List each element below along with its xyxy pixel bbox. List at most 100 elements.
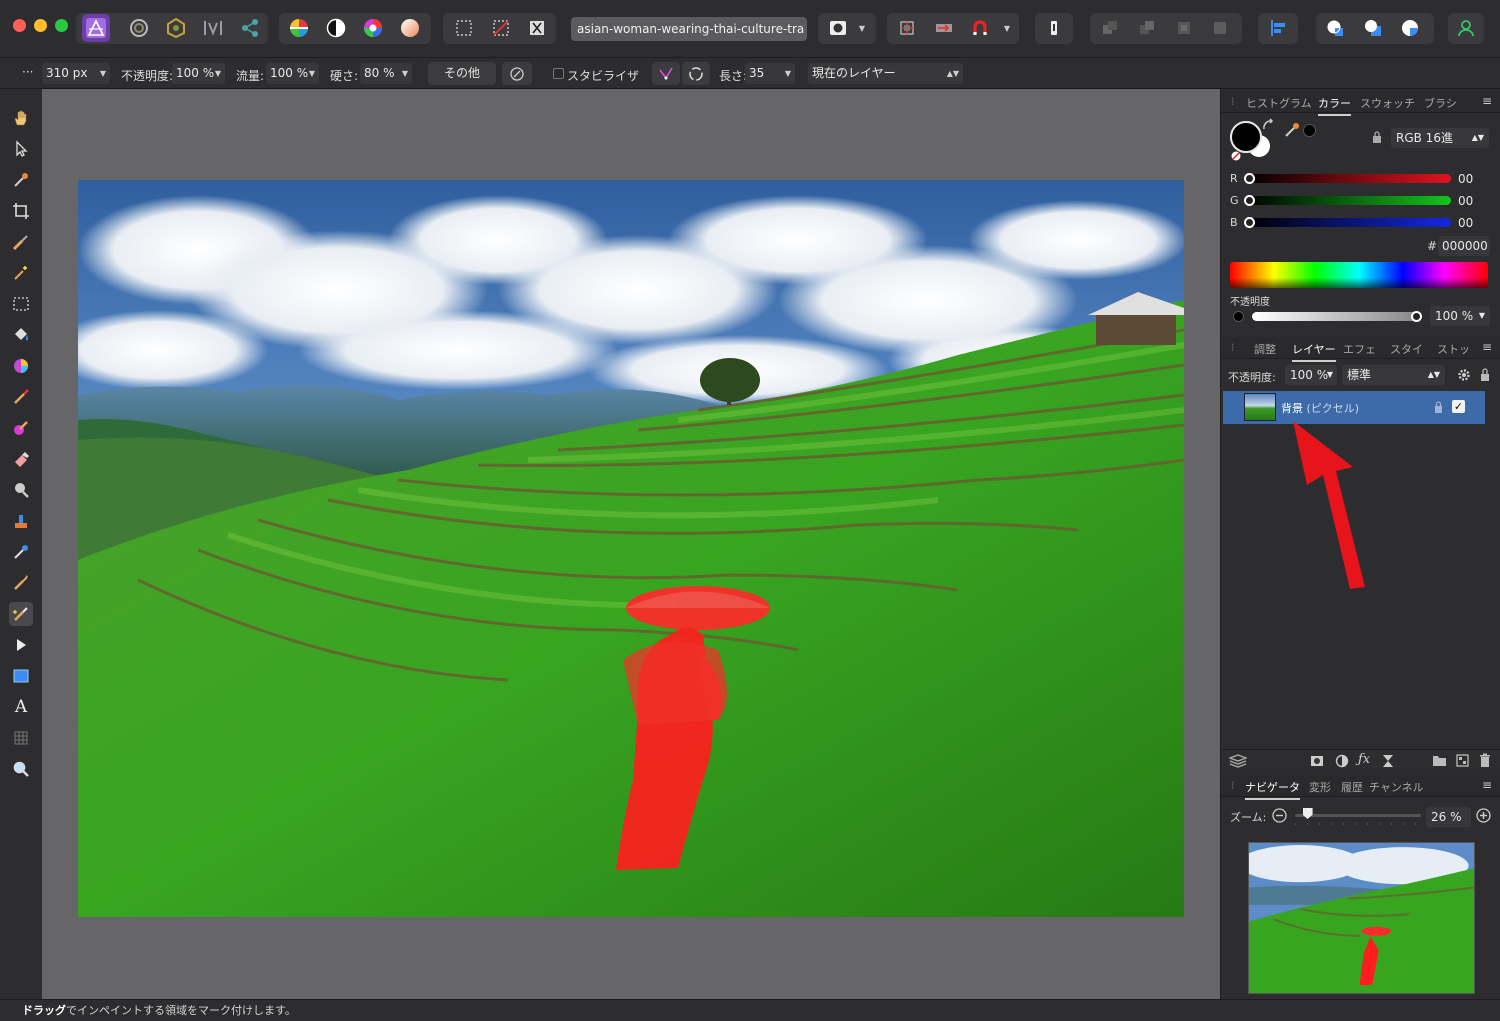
boolean-subtract-icon[interactable] [1359,14,1387,42]
photo-persona-icon[interactable] [82,14,110,42]
r-channel-value[interactable]: 00 [1458,172,1473,186]
brush-dynamics-icon[interactable] [502,62,532,85]
picked-color-swatch[interactable] [1303,124,1316,137]
navigator-preview[interactable] [1248,842,1475,994]
erase-brush-tool-icon[interactable] [9,447,33,471]
b-channel-value[interactable]: 00 [1458,216,1473,230]
tab-transform[interactable]: 変形 [1309,779,1331,795]
auto-colors-icon[interactable] [359,14,387,42]
color-mode-select[interactable]: RGB 16進 ▲▼ [1391,128,1489,148]
layer-name[interactable]: 背景 (ピクセル) [1281,400,1359,416]
quick-mask-dropdown-icon[interactable]: ▼ [853,14,871,42]
hex-field[interactable]: 000000 [1438,236,1490,256]
color-opacity-knob[interactable] [1411,311,1422,322]
minimize-window-button[interactable] [34,19,47,32]
new-pixel-layer-icon[interactable] [1456,754,1469,767]
brush-hardness-field[interactable]: 80 % ▼ [360,63,412,84]
layer-settings-gear-icon[interactable] [1457,368,1471,382]
tone-mapping-persona-icon[interactable] [199,14,227,42]
color-spectrum[interactable] [1230,262,1488,288]
zoom-tool-icon[interactable] [9,757,33,781]
document-photo[interactable] [78,180,1184,917]
layer-opacity-field[interactable]: 100 % ▼ [1285,365,1337,385]
liquify-persona-icon[interactable] [125,14,153,42]
more-options-button[interactable]: その他 [428,62,496,85]
window-mode-icon[interactable] [682,62,710,85]
tab-channels[interactable]: チャンネル [1369,779,1424,795]
move-to-front-icon[interactable] [1206,14,1234,42]
boolean-add-icon[interactable] [1322,14,1350,42]
blemish-removal-tool-icon[interactable] [9,540,33,564]
auto-white-balance-icon[interactable] [396,14,424,42]
tab-swatches[interactable]: スウォッチ [1360,95,1415,111]
color-opacity-slider[interactable] [1252,312,1417,321]
panel-menu-icon[interactable]: ≡ [1482,778,1492,792]
export-persona-icon[interactable] [236,14,264,42]
deselect-icon[interactable] [487,14,515,42]
boolean-intersect-icon[interactable] [1396,14,1424,42]
tab-layers[interactable]: レイヤー [1292,341,1336,362]
brush-flow-field[interactable]: 100 % ▼ [266,63,319,84]
selection-brush-tool-icon[interactable] [9,230,33,254]
marquee-selection-icon[interactable] [450,14,478,42]
stabilizer-length-field[interactable]: 35 ▼ [745,63,795,84]
zoom-slider-knob[interactable] [1302,808,1313,819]
clone-brush-tool-icon[interactable] [9,509,33,533]
flood-select-tool-icon[interactable] [9,261,33,285]
eyedropper-icon[interactable] [1284,122,1300,138]
g-channel-slider[interactable] [1245,196,1451,205]
layer-lock-icon[interactable] [1480,368,1490,381]
color-replacement-tool-icon[interactable] [9,416,33,440]
live-filter-icon[interactable] [1382,754,1394,768]
zoom-in-icon[interactable] [1476,808,1491,823]
tab-adjustments[interactable]: 調整 [1254,341,1276,357]
brush-width-field[interactable]: 310 px ▼ [42,63,110,84]
paint-brush-tool-icon[interactable] [9,385,33,409]
swap-colors-icon[interactable] [1261,118,1275,132]
invert-selection-icon[interactable] [523,14,551,42]
layers-stack-icon[interactable] [1229,754,1247,768]
tab-effects[interactable]: エフェ [1343,341,1376,357]
move-forward-icon[interactable] [930,14,958,42]
dodge-tool-icon[interactable] [9,478,33,502]
snapping-dropdown-icon[interactable]: ▼ [998,14,1016,42]
new-group-folder-icon[interactable] [1432,754,1447,767]
r-channel-slider[interactable] [1245,174,1451,183]
quick-mask-icon[interactable] [824,14,852,42]
move-tool-icon[interactable] [9,137,33,161]
info-icon[interactable] [1040,14,1068,42]
g-channel-knob[interactable] [1244,195,1255,206]
auto-contrast-icon[interactable] [322,14,350,42]
auto-levels-icon[interactable] [285,14,313,42]
layer-visibility-checkbox[interactable]: ✓ [1452,400,1465,413]
b-channel-slider[interactable] [1245,218,1451,227]
source-layer-select[interactable]: 現在のレイヤー ▲▼ [808,63,963,84]
move-forward-arrange-icon[interactable] [1170,14,1198,42]
brush-opacity-field[interactable]: 100 % ▼ [172,63,225,84]
lock-icon[interactable] [1372,131,1382,143]
develop-persona-icon[interactable] [162,14,190,42]
zoom-value-field[interactable]: 26 % [1426,807,1471,827]
node-tool-icon[interactable] [9,633,33,657]
canvas-area[interactable] [42,89,1220,999]
tab-styles[interactable]: スタイ [1390,341,1423,357]
move-to-back-icon[interactable] [1096,14,1124,42]
zoom-window-button[interactable] [55,19,68,32]
rectangular-marquee-tool-icon[interactable] [9,292,33,316]
gradient-tool-icon[interactable] [9,354,33,378]
tab-history[interactable]: 履歴 [1341,779,1363,795]
layer-row-lock-icon[interactable] [1434,401,1443,413]
delete-layer-trash-icon[interactable] [1479,753,1491,768]
account-icon[interactable] [1452,14,1480,42]
fx-icon[interactable]: ƒx [1358,752,1370,767]
tab-histogram[interactable]: ヒストグラム [1246,95,1312,111]
panel-menu-icon[interactable]: ≡ [1482,340,1492,354]
stabilizer-checkbox[interactable] [553,68,564,79]
b-channel-knob[interactable] [1244,217,1255,228]
primary-color-well-front[interactable] [1230,121,1262,153]
inpainting-brush-tool-icon[interactable] [9,602,33,626]
align-icon[interactable] [1264,14,1292,42]
healing-brush-tool-icon[interactable] [9,571,33,595]
r-channel-knob[interactable] [1244,173,1255,184]
hand-tool-icon[interactable] [9,106,33,130]
